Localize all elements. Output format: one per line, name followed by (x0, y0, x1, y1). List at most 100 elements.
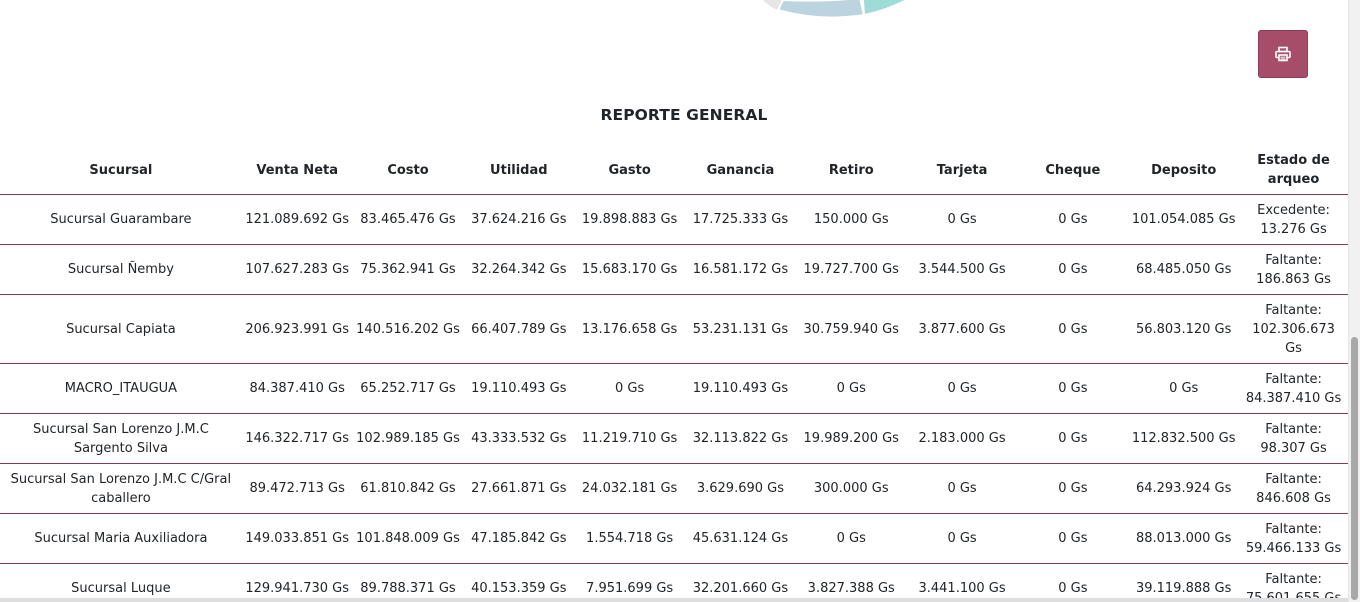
table-cell: MACRO_ITAUGUA (0, 363, 242, 414)
table-cell: 89.788.371 Gs (352, 563, 464, 602)
pie-slice-teal (861, 0, 909, 17)
table-cell: 101.848.009 Gs (352, 513, 464, 564)
table-cell: 3.877.600 Gs (906, 294, 1018, 364)
table-row: MACRO_ITAUGUA 84.387.410 Gs 65.252.717 Gs 1… (0, 363, 1348, 414)
table-cell: 300.000 Gs (795, 463, 907, 514)
table-row: Sucursal San Lorenzo J.M.C C/Gral caball… (0, 463, 1348, 514)
table-cell: 102.989.185 Gs (352, 413, 464, 464)
scrollbar-thumb[interactable] (1351, 337, 1358, 600)
column-header: Ganancia (685, 146, 796, 195)
table-cell: 0 Gs (1017, 194, 1129, 245)
pie-slice-blue (776, 0, 866, 19)
table-cell: Faltante: 186.863 Gs (1239, 244, 1348, 295)
table-cell: 1.554.718 Gs (574, 513, 686, 564)
table-row: Sucursal Guarambare 121.089.692 Gs 83.465.… (0, 194, 1348, 245)
report-table-container: Sucursal Venta Neta Costo Utilidad Gasto Gana… (0, 146, 1348, 602)
column-header: Estado de arqueo (1239, 146, 1348, 195)
table-cell: 37.624.216 Gs (463, 194, 575, 245)
table-cell: 101.054.085 Gs (1128, 194, 1240, 245)
table-cell: 11.219.710 Gs (574, 413, 686, 464)
table-cell: 149.033.851 Gs (241, 513, 353, 564)
table-cell: 0 Gs (795, 513, 907, 564)
table-cell: 83.465.476 Gs (352, 194, 464, 245)
table-cell: Faltante: 102.306.673 Gs (1239, 294, 1348, 364)
table-cell: 47.185.842 Gs (463, 513, 575, 564)
table-cell: 15.683.170 Gs (574, 244, 686, 295)
table-cell: 43.333.532 Gs (463, 413, 575, 464)
table-cell: 75.362.941 Gs (352, 244, 464, 295)
table-cell: 3.629.690 Gs (685, 463, 796, 514)
table-cell: 0 Gs (1017, 563, 1129, 602)
table-cell: 0 Gs (1017, 363, 1129, 414)
horizontal-scrollbar[interactable] (0, 598, 1348, 602)
pie-chart-fragment (762, 0, 909, 19)
table-cell: 3.441.100 Gs (906, 563, 1018, 602)
table-cell: Sucursal Guarambare (0, 194, 242, 245)
table-cell: 0 Gs (1017, 463, 1129, 514)
table-cell: Faltante: 59.466.133 Gs (1239, 513, 1348, 564)
table-cell: 45.631.124 Gs (685, 513, 796, 564)
column-header: Deposito (1128, 146, 1240, 195)
table-cell: 19.727.700 Gs (795, 244, 907, 295)
table-cell: 140.516.202 Gs (352, 294, 464, 364)
column-header: Venta Neta (241, 146, 353, 195)
table-cell: 19.898.883 Gs (574, 194, 686, 245)
table-cell: 3.544.500 Gs (906, 244, 1018, 295)
table-cell: 17.725.333 Gs (685, 194, 796, 245)
table-cell: Sucursal Maria Auxiliadora (0, 513, 242, 564)
table-cell: 129.941.730 Gs (241, 563, 353, 602)
table-cell: 0 Gs (906, 363, 1018, 414)
table-cell: 206.923.991 Gs (241, 294, 353, 364)
table-cell: 121.089.692 Gs (241, 194, 353, 245)
vertical-scrollbar[interactable] (1348, 0, 1360, 602)
table-cell: 64.293.924 Gs (1128, 463, 1240, 514)
table-cell: 0 Gs (795, 363, 907, 414)
table-cell: 65.252.717 Gs (352, 363, 464, 414)
table-cell: Excedente: 13.276 Gs (1239, 194, 1348, 245)
table-cell: Faltante: 75.601.655 Gs (1239, 563, 1348, 602)
table-cell: 68.485.050 Gs (1128, 244, 1240, 295)
table-row: Sucursal Maria Auxiliadora 149.033.851 Gs… (0, 513, 1348, 564)
table-cell: Sucursal Capiata (0, 294, 242, 364)
table-cell: 40.153.359 Gs (463, 563, 575, 602)
table-cell: Faltante: 98.307 Gs (1239, 413, 1348, 464)
column-header: Gasto (574, 146, 686, 195)
table-cell: 66.407.789 Gs (463, 294, 575, 364)
table-cell: 53.231.131 Gs (685, 294, 796, 364)
column-header: Utilidad (463, 146, 575, 195)
column-header: Cheque (1017, 146, 1129, 195)
table-cell: 150.000 Gs (795, 194, 907, 245)
table-cell: 13.176.658 Gs (574, 294, 686, 364)
table-cell: 88.013.000 Gs (1128, 513, 1240, 564)
table-cell: 56.803.120 Gs (1128, 294, 1240, 364)
table-cell: 19.110.493 Gs (463, 363, 575, 414)
table-cell: 0 Gs (1017, 244, 1129, 295)
table-cell: 0 Gs (1017, 294, 1129, 364)
table-cell: 32.264.342 Gs (463, 244, 575, 295)
table-cell: 84.387.410 Gs (241, 363, 353, 414)
table-cell: 7.951.699 Gs (574, 563, 686, 602)
table-cell: Sucursal San Lorenzo J.M.C C/Gral caball… (0, 463, 242, 514)
table-header-row: Sucursal Venta Neta Costo Utilidad Gasto Gana… (0, 146, 1348, 195)
table-cell: Sucursal San Lorenzo J.M.C Sargento Silv… (0, 413, 242, 464)
table-body: Sucursal Guarambare 121.089.692 Gs 83.465.… (0, 194, 1348, 602)
table-cell: 0 Gs (906, 463, 1018, 514)
table-cell: 0 Gs (1128, 363, 1240, 414)
print-button[interactable] (1258, 30, 1308, 78)
table-cell: 2.183.000 Gs (906, 413, 1018, 464)
table-cell: 16.581.172 Gs (685, 244, 796, 295)
report-page: REPORTE GENERAL Sucursal Venta Neta Costo U… (0, 0, 1360, 602)
table-row: Sucursal Luque 129.941.730 Gs 89.788.371 G… (0, 563, 1348, 602)
table-cell: 24.032.181 Gs (574, 463, 686, 514)
table-cell: 19.989.200 Gs (795, 413, 907, 464)
pie-slice-gray (762, 0, 783, 10)
column-header: Costo (352, 146, 464, 195)
table-row: Sucursal San Lorenzo J.M.C Sargento Silv… (0, 413, 1348, 464)
table-cell: 146.322.717 Gs (241, 413, 353, 464)
table-cell: 61.810.842 Gs (352, 463, 464, 514)
table-cell: 0 Gs (1017, 413, 1129, 464)
column-header: Retiro (795, 146, 907, 195)
column-header: Tarjeta (906, 146, 1018, 195)
table-cell: 107.627.283 Gs (241, 244, 353, 295)
table-cell: 0 Gs (906, 194, 1018, 245)
